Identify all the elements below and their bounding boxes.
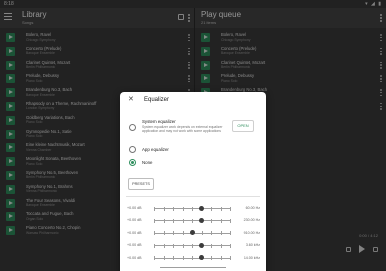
slider-tick	[173, 231, 174, 236]
slider-tick	[211, 218, 212, 223]
slider-thumb[interactable]	[198, 217, 204, 223]
radio-system-equalizer[interactable]	[129, 124, 136, 131]
option-label: System equalizer	[142, 119, 176, 124]
slider-tick	[163, 243, 165, 248]
band-slider[interactable]	[154, 255, 231, 261]
band-gain: +0.00 dB	[127, 218, 142, 223]
slider-tick	[220, 206, 222, 211]
slider-tick	[211, 243, 212, 248]
slider-tick	[192, 218, 193, 223]
scroll-indicator	[160, 267, 226, 268]
slider-tick	[154, 256, 155, 261]
slider-tick	[220, 243, 222, 248]
slider-thumb[interactable]	[198, 205, 204, 211]
slider-tick	[173, 206, 174, 211]
slider-thumb[interactable]	[198, 255, 204, 261]
band-frequency: 60.00 Hz	[245, 206, 260, 210]
option-none[interactable]: None	[120, 157, 266, 167]
band-frequency: 910.00 Hz	[243, 230, 260, 235]
band-gain: +0.00 dB	[127, 230, 142, 235]
slider-tick	[230, 231, 231, 236]
slider-tick	[154, 218, 155, 223]
eq-band: +0.00 dB 60.00 Hz	[120, 203, 266, 213]
slider-tick	[163, 206, 165, 211]
slider-tick	[163, 218, 165, 223]
option-description: System equalizer work depends on externa…	[142, 124, 223, 133]
band-gain: +0.00 dB	[127, 255, 142, 260]
band-slider[interactable]	[154, 242, 231, 248]
radio-none[interactable]	[129, 159, 136, 166]
slider-tick	[192, 243, 193, 248]
eq-band: +0.00 dB 3.60 kHz	[120, 240, 266, 250]
band-slider[interactable]	[154, 205, 231, 211]
slider-tick	[192, 256, 193, 261]
slider-tick	[230, 243, 231, 248]
slider-tick	[154, 243, 155, 248]
slider-tick	[182, 256, 184, 261]
option-label: App equalizer	[142, 147, 169, 152]
slider-tick	[154, 206, 155, 211]
equalizer-dialog: ✕ Equalizer System equalizer System equa…	[120, 92, 266, 271]
slider-tick	[211, 206, 212, 211]
close-icon[interactable]: ✕	[128, 96, 134, 103]
eq-band: +0.00 dB 14.00 kHz	[120, 253, 266, 263]
slider-thumb[interactable]	[198, 242, 204, 248]
slider-tick	[173, 256, 174, 261]
slider-thumb[interactable]	[189, 230, 195, 236]
band-frequency: 3.60 kHz	[245, 243, 260, 248]
option-label: None	[142, 160, 153, 165]
divider	[126, 196, 260, 197]
band-gain: +0.00 dB	[127, 206, 142, 210]
dialog-header: ✕ Equalizer	[120, 92, 266, 110]
slider-tick	[230, 206, 231, 211]
slider-tick	[182, 231, 184, 236]
presets-button[interactable]: PRESETS	[128, 178, 154, 190]
band-gain: +0.00 dB	[127, 243, 142, 248]
open-button[interactable]: OPEN	[232, 120, 254, 132]
slider-tick	[220, 231, 222, 236]
slider-tick	[154, 231, 155, 236]
band-slider[interactable]	[154, 217, 231, 223]
slider-tick	[173, 243, 174, 248]
dialog-title: Equalizer	[144, 97, 170, 103]
slider-tick	[173, 218, 174, 223]
band-frequency: 230.00 Hz	[243, 218, 260, 223]
slider-tick	[211, 231, 212, 236]
slider-tick	[182, 218, 184, 223]
band-frequency: 14.00 kHz	[243, 255, 260, 260]
slider-tick	[230, 218, 231, 223]
option-system-equalizer[interactable]: System equalizer System equalizer work d…	[120, 118, 266, 140]
slider-tick	[163, 256, 165, 261]
slider-tick	[220, 218, 222, 223]
eq-band: +0.00 dB 910.00 Hz	[120, 228, 266, 238]
slider-tick	[211, 256, 212, 261]
slider-tick	[220, 256, 222, 261]
eq-band: +0.00 dB 230.00 Hz	[120, 215, 266, 225]
slider-tick	[192, 206, 193, 211]
slider-tick	[182, 206, 184, 211]
slider-tick	[182, 243, 184, 248]
slider-tick	[201, 231, 203, 236]
band-slider[interactable]	[154, 230, 231, 236]
slider-tick	[230, 256, 231, 261]
option-app-equalizer[interactable]: App equalizer	[120, 144, 266, 154]
radio-app-equalizer[interactable]	[129, 146, 136, 153]
slider-tick	[163, 231, 165, 236]
